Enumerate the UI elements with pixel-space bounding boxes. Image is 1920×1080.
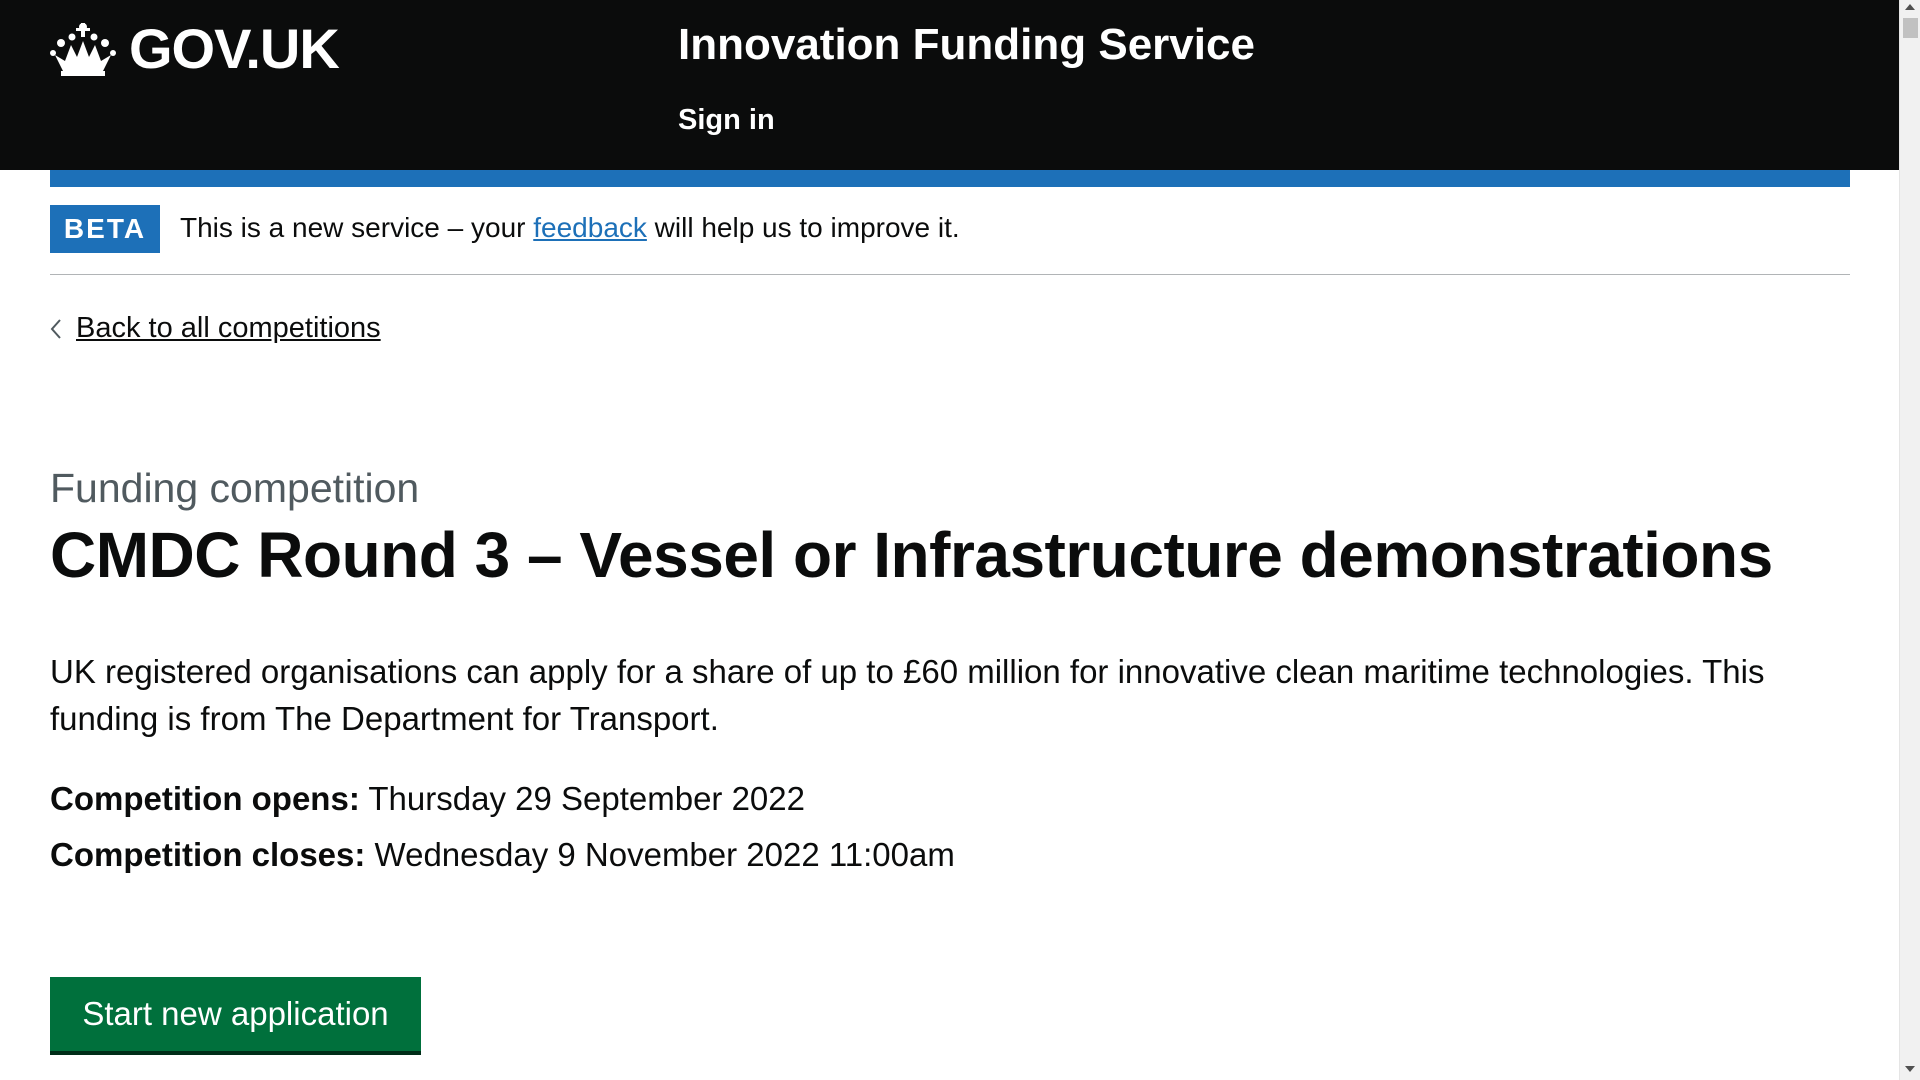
back-link-label: Back to all competitions	[76, 312, 381, 344]
phase-text-before: This is a new service – your	[180, 212, 526, 243]
scroll-up-arrow-icon[interactable]	[1905, 4, 1915, 10]
opens-label: Competition opens:	[50, 780, 360, 817]
closes-value: Wednesday 9 November 2022 11:00am	[374, 836, 955, 873]
opens-value: Thursday 29 September 2022	[368, 780, 805, 817]
service-name-link[interactable]: Innovation Funding Service	[678, 20, 1255, 70]
competition-closes-row: Competition closes: Wednesday 9 November…	[50, 836, 955, 874]
header-accent-bar	[50, 170, 1850, 187]
back-link[interactable]: Back to all competitions	[50, 312, 381, 345]
phase-text-after: will help us to improve it.	[654, 212, 960, 243]
govuk-logo-text: GOV.UK	[129, 17, 340, 80]
sign-in-link[interactable]: Sign in	[678, 104, 775, 137]
competition-description: UK registered organisations can apply fo…	[50, 653, 1765, 737]
scroll-down-arrow-icon[interactable]	[1905, 1066, 1915, 1072]
scroll-thumb[interactable]	[1903, 18, 1918, 38]
page-caption: Funding competition	[50, 465, 420, 511]
phase-banner-text: This is a new service – your feedback wi…	[180, 212, 960, 244]
competition-opens-row: Competition opens: Thursday 29 September…	[50, 780, 805, 818]
phase-banner: BETA This is a new service – your feedba…	[50, 205, 1850, 275]
start-new-application-button[interactable]: Start new application	[50, 977, 421, 1051]
crown-icon	[50, 22, 116, 76]
govuk-logo-link[interactable]: GOV.UK	[49, 16, 340, 81]
chevron-left-icon	[50, 318, 61, 339]
beta-tag: BETA	[50, 205, 160, 253]
closes-label: Competition closes:	[50, 836, 366, 873]
page-title: CMDC Round 3 – Vessel or Infrastructure …	[50, 519, 1773, 591]
site-header: GOV.UK Innovation Funding Service Sign i…	[0, 0, 1899, 170]
feedback-link[interactable]: feedback	[533, 212, 647, 243]
vertical-scrollbar[interactable]	[1899, 0, 1920, 1080]
